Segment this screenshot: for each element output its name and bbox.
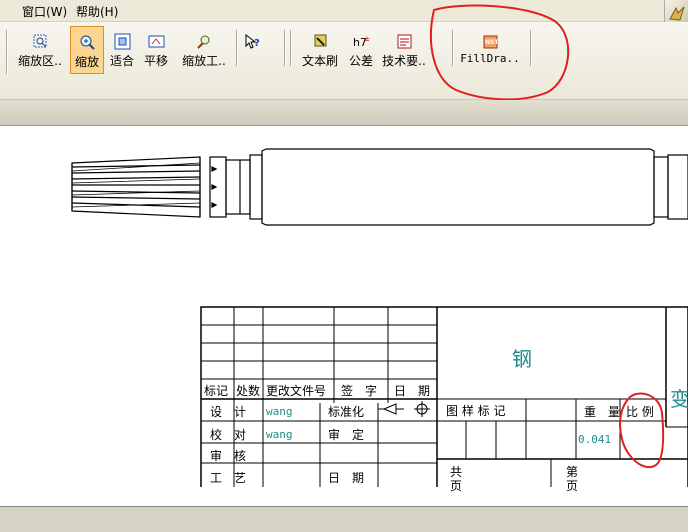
toolbar-grip [6,30,8,74]
standardize-label: 标准化 [328,405,365,419]
zoom-window-icon [33,34,47,48]
scale-label: 比 例 [626,405,654,419]
pattern-mark-label: 图 样 标 记 [446,404,506,418]
header-change-doc: 更改文件号 [266,384,327,398]
header-date: 日 期 [394,384,431,398]
toolbar-strip [0,100,688,126]
process-label: 工 艺 [210,471,247,485]
checker-value: wang [266,428,293,441]
fit-label: 适合 [109,54,134,68]
annotation-circle-filldraw [430,4,570,101]
design-label: 设 计 [210,405,247,419]
pan-icon [148,35,165,48]
logo-icon [669,6,685,21]
zoom-icon [80,35,95,50]
menu-window[interactable]: 窗口(W) [22,3,67,20]
review-label: 审 核 [210,449,247,463]
toolbar: 缩放区.. 缩放 适合 平移 缩放工.. ? 文本刷 h7 ± 公差 技术要..… [0,22,688,100]
status-bar [0,506,688,532]
toolbar-grip-2 [290,30,292,66]
header-mark: 标记 [204,384,229,398]
zoom-label: 缩放 [74,55,99,69]
help-cursor-icon: ? [245,33,260,49]
zoom-button[interactable]: 缩放 [70,26,104,74]
approve-label: 审 定 [328,428,365,442]
toolbar-separator [236,30,238,66]
tolerance-icon: h7 ± [353,35,370,49]
menu-partial-icon[interactable]: ) [0,3,1,17]
text-brush-button[interactable]: 文本刷 [298,26,342,74]
shaft-drawing [71,148,688,226]
text-brush-icon [314,34,327,47]
check-label: 校 对 [210,428,247,442]
pan-button[interactable]: 平移 [140,26,172,74]
designer-value: wang [266,405,293,418]
tech-requirements-icon [397,34,412,49]
fit-button[interactable]: 适合 [106,26,138,74]
help-cursor-button[interactable]: ? [240,26,264,74]
zoom-tool-icon [197,35,210,49]
zoom-tool-label: 缩放工.. [182,54,226,68]
tolerance-button[interactable]: h7 ± 公差 [344,26,378,74]
header-count: 处数 [236,384,261,398]
pan-label: 平移 [143,54,168,68]
svg-text:?: ? [254,38,260,49]
zoom-tool-button[interactable]: 缩放工.. [176,26,232,74]
header-signature: 签 字 [341,384,378,398]
sheet-page-label: 页 [566,479,579,493]
menu-help[interactable]: 帮助(H) [76,3,118,20]
weight-value: 0.041 [578,433,612,446]
date-label: 日 期 [328,471,365,485]
menu-bar: ) 窗口(W) 帮助(H) [0,0,688,22]
total-page-label: 页 [450,479,463,493]
svg-text:±: ± [364,35,370,43]
drawing-canvas[interactable]: 钢 变 标记 处数 更改文件号 签 字 日 期 设 计 wang 标准化 图 样… [0,127,688,493]
toolbar-separator-2 [284,30,286,66]
fit-icon [114,33,131,50]
text-brush-label: 文本刷 [301,54,338,68]
right-edge-char: 变 [670,387,688,411]
zoom-window-button[interactable]: 缩放区.. [14,26,66,74]
tolerance-label: 公差 [348,54,373,68]
zoom-window-label: 缩放区.. [18,54,62,68]
material-text: 钢 [512,347,532,371]
weight-label: 重 量 [584,405,621,419]
